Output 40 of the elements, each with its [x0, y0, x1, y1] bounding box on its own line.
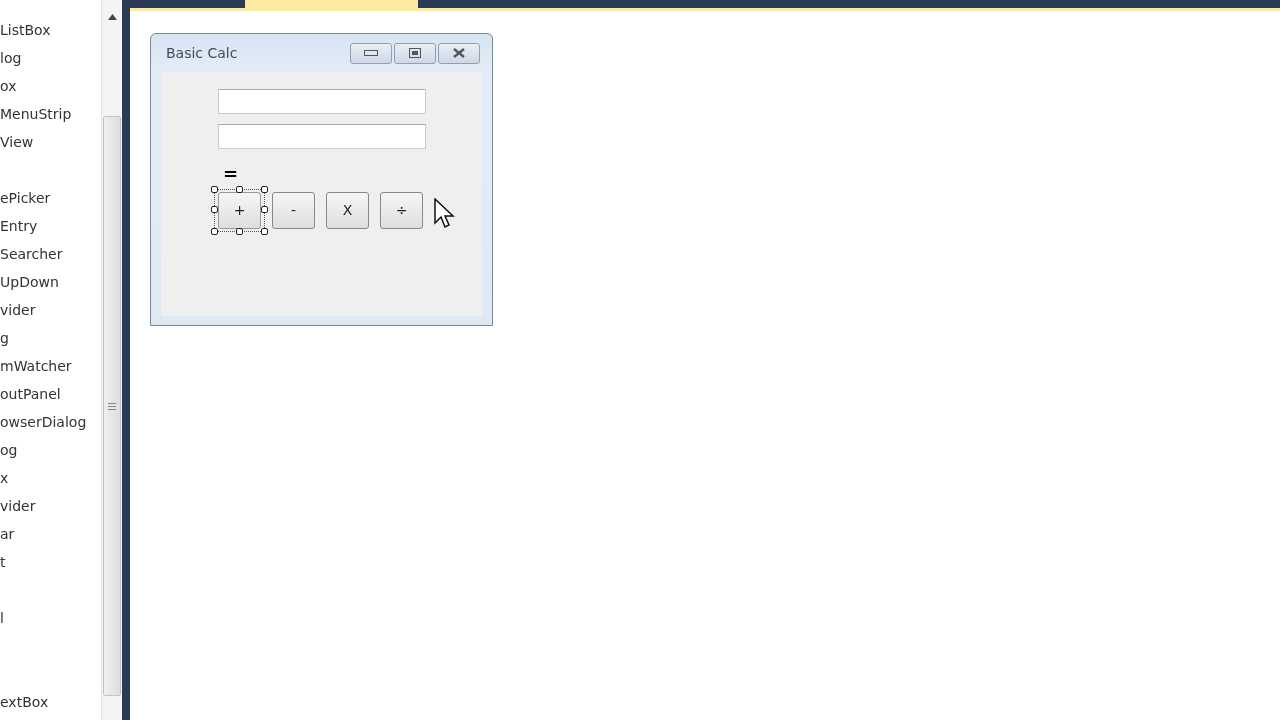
toolbox-item[interactable]: ListBox — [0, 20, 51, 48]
window-title: Basic Calc — [166, 45, 238, 61]
toolbox-item[interactable]: t — [0, 552, 6, 580]
mouse-cursor-icon — [434, 198, 456, 230]
toolbox-item[interactable]: UpDown — [0, 272, 59, 300]
operator-button[interactable]: X — [326, 191, 369, 229]
operator-button[interactable]: + — [218, 191, 261, 229]
toolbox-item[interactable]: Entry — [0, 216, 38, 244]
toolbox-item[interactable]: vider — [0, 496, 36, 524]
toolbox-item[interactable]: Searcher — [0, 244, 63, 272]
toolbox-item[interactable]: l — [0, 608, 4, 636]
maximize-icon — [409, 48, 421, 58]
scrollbar[interactable] — [101, 0, 122, 720]
toolbox-item[interactable]: owserDialog — [0, 412, 87, 440]
result-label: = — [223, 165, 239, 183]
toolbox-item[interactable]: ox — [0, 76, 17, 104]
text-field[interactable] — [218, 124, 426, 149]
toolbox-item[interactable]: g — [0, 328, 9, 356]
toolbox-item[interactable]: ePicker — [0, 188, 51, 216]
minimize-icon — [364, 50, 378, 56]
toolbox-item[interactable]: mWatcher — [0, 356, 72, 384]
toolbox-item[interactable]: log — [0, 48, 22, 76]
grip-icon — [108, 402, 116, 410]
close-icon — [452, 48, 466, 58]
toolbox-item[interactable]: View — [0, 132, 34, 160]
text-field[interactable] — [218, 89, 426, 114]
operator-button[interactable]: - — [272, 191, 315, 229]
toolbox-item[interactable]: og — [0, 440, 18, 468]
minimize-button[interactable] — [350, 42, 392, 64]
scrollbar-thumb[interactable] — [103, 116, 121, 696]
toolbox-item[interactable]: x — [0, 468, 9, 496]
toolbox-item[interactable]: vider — [0, 300, 36, 328]
maximize-button[interactable] — [394, 42, 436, 64]
toolbox-item[interactable]: MenuStrip — [0, 104, 72, 132]
toolbox-item[interactable]: outPanel — [0, 384, 61, 412]
close-button[interactable] — [438, 42, 480, 64]
toolbox-item[interactable]: ar — [0, 524, 15, 552]
toolbox-item[interactable]: extBox — [0, 692, 49, 720]
operator-button[interactable]: ÷ — [380, 191, 423, 229]
scroll-up-icon[interactable] — [107, 14, 117, 20]
